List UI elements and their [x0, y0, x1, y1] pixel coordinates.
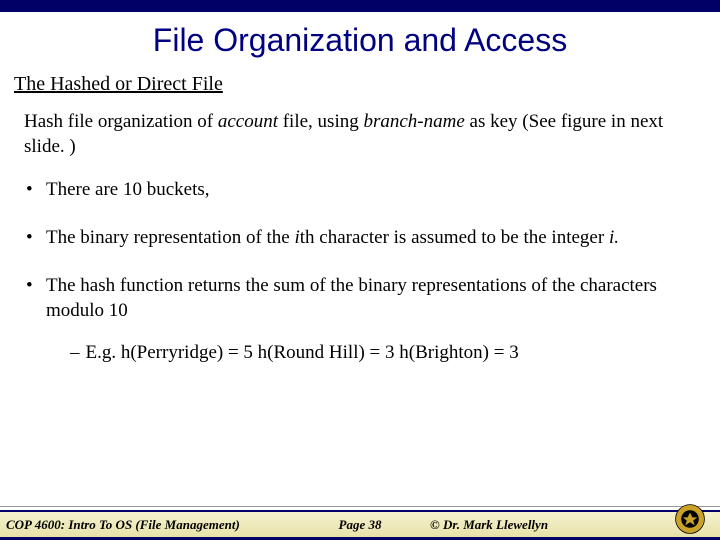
footer-divider-upper: [0, 506, 720, 507]
intro-paragraph: Hash file organization of account file, …: [24, 110, 696, 159]
sub-dash: –: [70, 342, 80, 363]
bullet-1: There are 10 buckets,: [24, 177, 696, 203]
intro-em-account: account: [218, 111, 278, 132]
bullet-2-post: th character is assumed to be the intege…: [300, 227, 609, 248]
bullet-3-text: The hash function returns the sum of the…: [46, 275, 657, 322]
sub-text: E.g. h(Perryridge) = 5 h(Round Hill) = 3…: [86, 342, 519, 363]
ucf-logo-icon: [674, 503, 706, 535]
bullet-2-i2: i.: [609, 227, 619, 248]
top-accent-bar: [0, 0, 720, 12]
bullet-list: There are 10 buckets, The binary represe…: [24, 177, 696, 324]
intro-text-mid: file, using: [278, 111, 364, 132]
bullet-3: The hash function returns the sum of the…: [24, 273, 696, 324]
footer-copyright: © Dr. Mark Llewellyn: [430, 517, 548, 533]
slide-footer: COP 4600: Intro To OS (File Management) …: [0, 510, 720, 540]
footer-page: Page 38: [339, 517, 382, 533]
bullet-2-pre: The binary representation of the: [46, 227, 294, 248]
intro-em-branchname: branch-name: [363, 111, 464, 132]
intro-text-pre: Hash file organization of: [24, 111, 218, 132]
slide-title: File Organization and Access: [0, 22, 720, 59]
footer-course: COP 4600: Intro To OS (File Management): [6, 517, 240, 533]
bullet-2: The binary representation of the ith cha…: [24, 225, 696, 251]
sub-bullet: –E.g. h(Perryridge) = 5 h(Round Hill) = …: [70, 342, 720, 364]
bullet-1-text: There are 10 buckets,: [46, 179, 210, 200]
section-heading: The Hashed or Direct File: [14, 73, 720, 96]
